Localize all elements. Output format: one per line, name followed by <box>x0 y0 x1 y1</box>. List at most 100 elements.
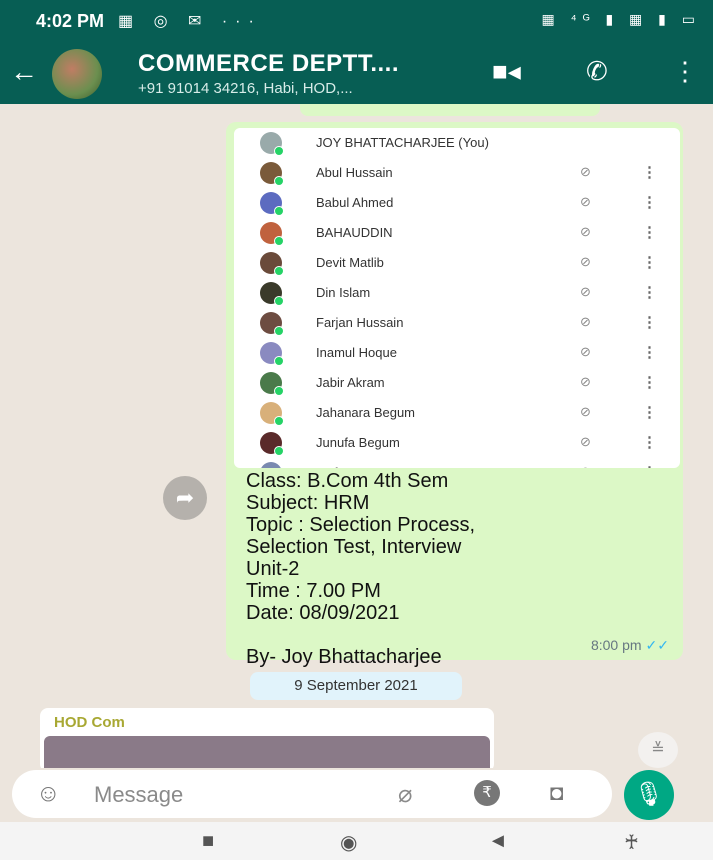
participant-name: Jabir Akram <box>316 375 385 390</box>
camera-icon[interactable]: ◘ <box>550 780 563 806</box>
participants-screenshot[interactable]: JOY BHATTACHARJEE (You) Abul Hussain ⊘ ⋮ Bab… <box>234 128 680 468</box>
participant-row: Din Islam ⊘ ⋮ <box>234 278 680 308</box>
participant-menu-icon: ⋮ <box>642 254 657 271</box>
online-dot <box>274 416 284 426</box>
participant-name: JOY BHATTACHARJEE (You) <box>316 135 489 150</box>
participant-avatar <box>260 462 282 468</box>
status-bar: 4:02 PM ▦ ◎ ✉ ··· ▦ ⁴ᴳ ▮ ▦ ▮ ▭ <box>0 0 713 42</box>
online-dot <box>274 326 284 336</box>
participant-avatar <box>260 282 284 306</box>
participant-row: Farjan Hussain ⊘ ⋮ <box>234 308 680 338</box>
online-dot <box>274 236 284 246</box>
participant-menu-icon: ⋮ <box>642 434 657 451</box>
video-call-icon[interactable]: ■◂ <box>492 56 521 87</box>
participant-row: Jahanara Begum ⊘ ⋮ <box>234 398 680 428</box>
participant-row: Junufa Begum ⊘ ⋮ <box>234 428 680 458</box>
participant-avatar <box>260 372 284 396</box>
voice-call-icon[interactable]: ✆ <box>586 56 608 87</box>
attach-icon[interactable]: ⌀ <box>398 780 412 809</box>
date-divider: 9 September 2021 <box>250 672 462 700</box>
participant-row: Mafuza Begum ⊘ ⋮ <box>234 458 680 468</box>
participant-avatar <box>260 432 284 456</box>
online-dot <box>274 176 284 186</box>
participant-row: Abul Hussain ⊘ ⋮ <box>234 158 680 188</box>
participant-row: Babul Ahmed ⊘ ⋮ <box>234 188 680 218</box>
incoming-message-bubble[interactable]: HOD Com <box>40 708 494 776</box>
message-timestamp: 8:00 pm ✓✓ <box>591 637 669 654</box>
participant-name: Abul Hussain <box>316 165 393 180</box>
participant-name: Din Islam <box>316 285 371 300</box>
previous-message-bubble <box>300 104 600 116</box>
message-input[interactable]: ☺ Message ⌀ ₹ ◘ <box>12 770 612 818</box>
system-icons: ▦ ⁴ᴳ ▮ ▦ ▮ ▭ <box>541 11 701 27</box>
outgoing-message-bubble[interactable]: JOY BHATTACHARJEE (You) Abul Hussain ⊘ ⋮ Bab… <box>226 122 683 668</box>
mic-icon[interactable]: 🎙 <box>624 770 674 820</box>
message-text: Class: B.Com 4th Sem Subject: HRM Topic … <box>246 470 475 668</box>
online-dot <box>274 266 284 276</box>
back-nav-icon[interactable]: ◄ <box>488 830 508 853</box>
chat-header: ← COMMERCE DEPTT.... +91 91014 34216, Ha… <box>0 42 713 104</box>
emoji-icon[interactable]: ☺ <box>36 780 61 808</box>
muted-mic-icon: ⊘ <box>580 194 591 209</box>
muted-mic-icon: ⊘ <box>580 464 591 468</box>
chat-area[interactable]: ➦ JOY BHATTACHARJEE (You) Abul Hussain ⊘ ⋮ B… <box>0 104 713 776</box>
participant-avatar <box>260 162 284 186</box>
participant-name: Farjan Hussain <box>316 315 404 330</box>
participant-menu-icon: ⋮ <box>642 194 657 211</box>
participant-row: Jabir Akram ⊘ ⋮ <box>234 368 680 398</box>
online-dot <box>274 146 284 156</box>
muted-mic-icon: ⊘ <box>580 344 591 359</box>
participant-name: Babul Ahmed <box>316 195 394 210</box>
home-icon[interactable]: ◉ <box>340 830 357 855</box>
participant-row: BAHAUDDIN ⊘ ⋮ <box>234 218 680 248</box>
muted-mic-icon: ⊘ <box>580 284 591 299</box>
back-arrow-icon[interactable]: ← <box>10 56 38 88</box>
online-dot <box>274 446 284 456</box>
participant-name: Devit Matlib <box>316 255 384 270</box>
payment-icon[interactable]: ₹ <box>474 780 500 806</box>
message-input-bar: ☺ Message ⌀ ₹ ◘ 🎙 <box>0 768 713 822</box>
participant-menu-icon: ⋮ <box>642 374 657 391</box>
muted-mic-icon: ⊘ <box>580 374 591 389</box>
participant-menu-icon: ⋮ <box>642 224 657 241</box>
online-dot <box>274 356 284 366</box>
participant-menu-icon: ⋮ <box>642 463 657 468</box>
muted-mic-icon: ⊘ <box>580 434 591 449</box>
participant-avatar <box>260 252 284 276</box>
participant-avatar <box>260 342 284 366</box>
participant-name: BAHAUDDIN <box>316 225 393 240</box>
sender-name: HOD Com <box>54 714 125 731</box>
notification-icons: ▦ ◎ ✉ ··· <box>118 13 262 30</box>
participant-name: Mafuza Begum <box>316 465 403 468</box>
chat-subtitle[interactable]: +91 91014 34216, Habi, HOD,... <box>138 80 353 97</box>
participant-row: JOY BHATTACHARJEE (You) <box>234 128 680 158</box>
system-nav-bar: ■ ◉ ◄ ♰ <box>0 822 713 860</box>
participant-menu-icon: ⋮ <box>642 404 657 421</box>
participant-row: Devit Matlib ⊘ ⋮ <box>234 248 680 278</box>
group-avatar[interactable] <box>52 49 102 99</box>
accessibility-icon[interactable]: ♰ <box>624 830 639 855</box>
participant-menu-icon: ⋮ <box>642 164 657 181</box>
online-dot <box>274 296 284 306</box>
participant-name: Jahanara Begum <box>316 405 416 420</box>
participant-avatar <box>260 402 284 426</box>
participant-menu-icon: ⋮ <box>642 314 657 331</box>
message-placeholder[interactable]: Message <box>94 782 183 808</box>
muted-mic-icon: ⊘ <box>580 224 591 239</box>
read-receipt-icon: ✓✓ <box>645 637 669 653</box>
muted-mic-icon: ⊘ <box>580 164 591 179</box>
participant-name: Junufa Begum <box>316 435 400 450</box>
more-menu-icon[interactable]: ⋮ <box>672 56 698 87</box>
online-dot <box>274 386 284 396</box>
participant-avatar <box>260 312 284 336</box>
chat-title[interactable]: COMMERCE DEPTT.... <box>138 50 399 78</box>
status-time: 4:02 PM <box>36 11 105 31</box>
muted-mic-icon: ⊘ <box>580 254 591 269</box>
participant-name: Inamul Hoque <box>316 345 397 360</box>
participant-menu-icon: ⋮ <box>642 344 657 361</box>
recents-icon[interactable]: ■ <box>202 830 214 853</box>
online-dot <box>274 206 284 216</box>
scroll-down-icon[interactable]: ≚ <box>638 732 678 768</box>
muted-mic-icon: ⊘ <box>580 404 591 419</box>
forward-icon[interactable]: ➦ <box>163 476 207 520</box>
